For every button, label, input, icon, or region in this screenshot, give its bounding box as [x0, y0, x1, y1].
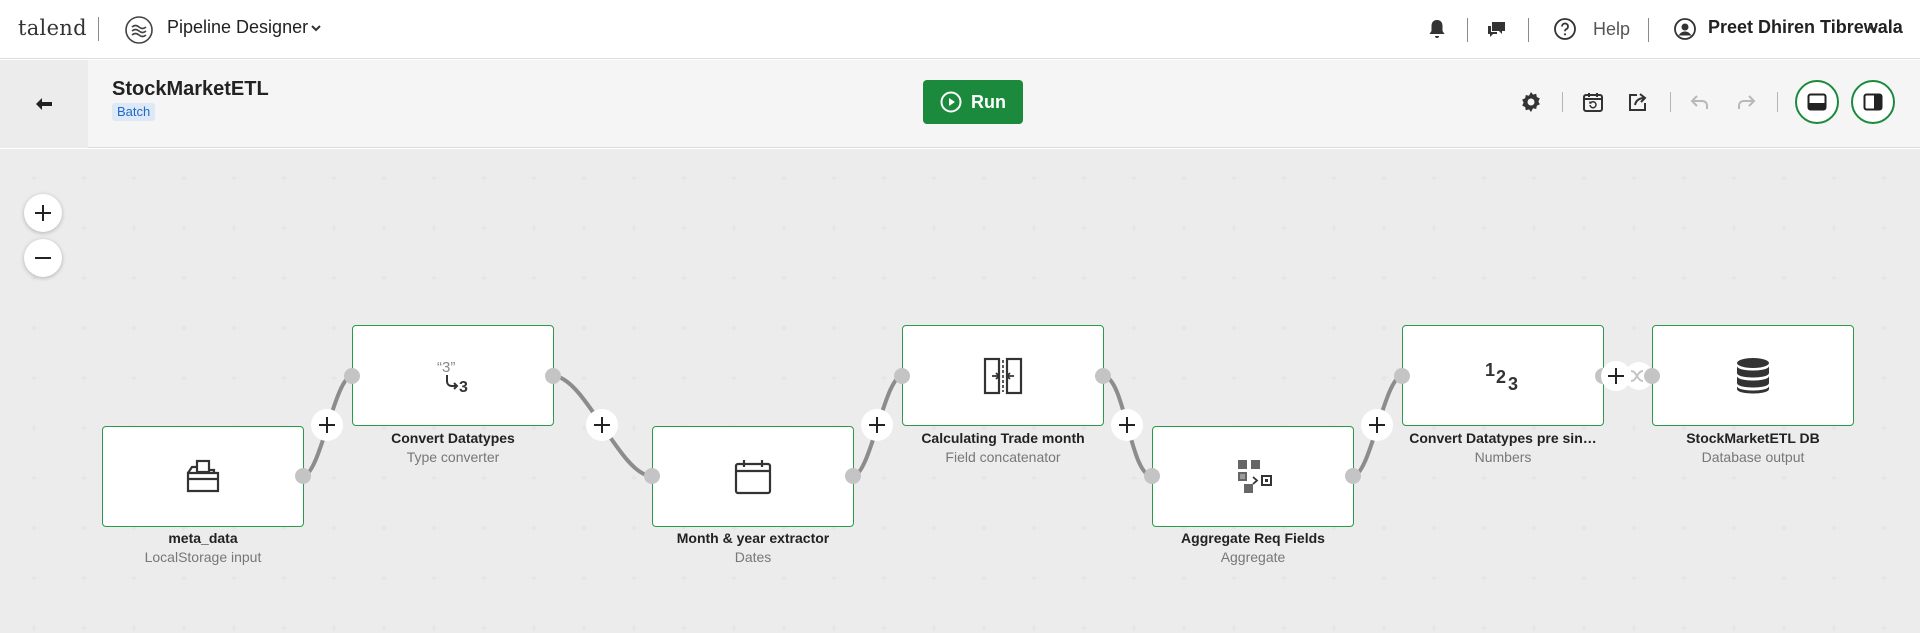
output-port[interactable] — [295, 468, 311, 484]
svg-text:2: 2 — [1496, 367, 1506, 387]
input-port[interactable] — [344, 368, 360, 384]
schedule-calendar-icon[interactable] — [1581, 90, 1605, 114]
feedback-chat-icon[interactable] — [1485, 17, 1509, 41]
pipeline-toolbar: StockMarketETL Batch Run — [0, 60, 1920, 148]
node-label: meta_data — [168, 530, 238, 546]
run-button-label: Run — [971, 91, 1006, 112]
plus-icon — [869, 417, 885, 433]
back-button[interactable] — [0, 60, 88, 148]
pipeline-canvas[interactable]: meta_data LocalStorage input “3” 3 Conve… — [0, 149, 1920, 633]
output-port[interactable] — [1345, 468, 1361, 484]
node-type: Field concatenator — [945, 449, 1061, 465]
node-type: Dates — [734, 549, 772, 565]
folder-icon — [186, 459, 220, 492]
divider — [1777, 92, 1778, 112]
pipeline-node[interactable] — [652, 426, 854, 527]
add-step-button[interactable] — [586, 409, 618, 441]
svg-text:3: 3 — [1508, 374, 1518, 394]
divider — [1467, 18, 1468, 42]
node-label: Convert Datatypes — [391, 430, 515, 446]
plus-icon — [1119, 417, 1135, 433]
node-label: Aggregate Req Fields — [1181, 530, 1325, 546]
divider — [98, 17, 99, 41]
app-switcher-label[interactable]: Pipeline Designer — [167, 17, 308, 38]
output-port[interactable] — [545, 368, 561, 384]
play-circle-icon — [940, 91, 962, 113]
type-converter-icon: “3” 3 — [437, 359, 468, 396]
concatenate-icon — [983, 357, 1023, 394]
help-link[interactable]: Help — [1593, 19, 1630, 40]
node-type: Aggregate — [1220, 549, 1286, 565]
plus-icon — [319, 417, 335, 433]
add-step-button[interactable] — [311, 409, 343, 441]
input-port[interactable] — [1144, 468, 1160, 484]
node-label: Month & year extractor — [676, 530, 830, 546]
pipeline-node[interactable] — [102, 426, 304, 527]
calendar-icon — [734, 459, 772, 494]
arrow-left-icon — [36, 98, 52, 110]
chevron-down-icon[interactable] — [1866, 21, 1880, 35]
numbers-icon: 1 2 3 — [1485, 360, 1518, 394]
gear-icon[interactable] — [1519, 90, 1543, 114]
add-step-button[interactable] — [1361, 409, 1393, 441]
svg-text:3: 3 — [459, 379, 468, 396]
database-icon — [1737, 357, 1769, 393]
chevron-down-icon[interactable] — [309, 21, 323, 35]
add-step-button[interactable] — [1111, 409, 1143, 441]
input-port[interactable] — [1644, 368, 1660, 384]
brand-logo[interactable]: talend — [18, 16, 87, 40]
bottom-panel-icon — [1807, 93, 1827, 111]
divider — [1528, 18, 1529, 42]
node-type: Database output — [1701, 449, 1805, 465]
notification-bell-icon[interactable] — [1425, 17, 1449, 41]
node-label: Convert Datatypes pre sin… — [1409, 430, 1597, 446]
svg-text:“3”: “3” — [437, 359, 455, 376]
node-label: StockMarketETL DB — [1686, 430, 1820, 446]
input-port[interactable] — [894, 368, 910, 384]
user-avatar-icon[interactable] — [1673, 17, 1697, 41]
pipeline-node[interactable]: 1 2 3 — [1402, 325, 1604, 426]
add-step-button[interactable] — [861, 409, 893, 441]
plus-icon — [1369, 417, 1385, 433]
divider — [1670, 92, 1671, 112]
add-step-button[interactable] — [1601, 361, 1631, 391]
node-type: Numbers — [1474, 449, 1532, 465]
redo-icon[interactable] — [1734, 90, 1758, 114]
pipeline-node[interactable] — [1152, 426, 1354, 527]
divider — [1562, 92, 1563, 112]
run-button[interactable]: Run — [923, 80, 1023, 124]
pipeline-node[interactable] — [1652, 325, 1854, 426]
svg-text:1: 1 — [1485, 360, 1495, 380]
output-port[interactable] — [845, 468, 861, 484]
pipeline-title[interactable]: StockMarketETL — [112, 78, 269, 101]
aggregate-icon — [1238, 459, 1272, 493]
input-port[interactable] — [1394, 368, 1410, 384]
input-port[interactable] — [644, 468, 660, 484]
side-panel-icon — [1863, 93, 1883, 111]
bottom-panel-toggle-button[interactable] — [1795, 80, 1839, 124]
node-type: LocalStorage input — [144, 549, 262, 565]
plus-icon — [594, 417, 610, 433]
plus-icon — [1608, 368, 1624, 384]
output-port[interactable] — [1095, 368, 1111, 384]
node-label: Calculating Trade month — [921, 430, 1085, 446]
pipeline-node[interactable]: “3” 3 — [352, 325, 554, 426]
pipeline-node[interactable] — [902, 325, 1104, 426]
side-panel-toggle-button[interactable] — [1851, 80, 1895, 124]
pipeline-designer-icon — [125, 16, 153, 44]
top-bar: talend Pipeline Designer Help Preet Dhir… — [0, 0, 1920, 59]
pipeline-type-badge: Batch — [112, 103, 156, 121]
undo-icon[interactable] — [1688, 90, 1712, 114]
help-icon[interactable] — [1553, 17, 1577, 41]
divider — [1648, 18, 1649, 42]
share-export-icon[interactable] — [1626, 90, 1650, 114]
node-type: Type converter — [406, 449, 500, 465]
